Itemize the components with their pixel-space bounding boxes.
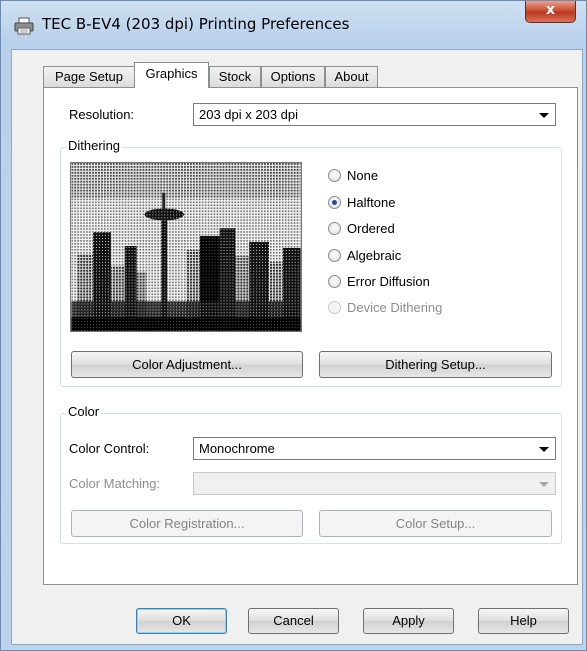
close-button[interactable]: x [525,1,576,23]
radio-button[interactable] [328,249,341,262]
color-group-title: Color [66,404,102,419]
radio-button-disabled [328,301,341,314]
radio-button[interactable] [328,169,341,182]
tab-page-setup[interactable]: Page Setup [43,66,135,87]
color-control-dropdown[interactable]: Monochrome [193,437,556,460]
title-bar[interactable]: TEC B-EV4 (203 dpi) Printing Preferences… [1,1,586,49]
cancel-button[interactable]: Cancel [248,608,339,634]
radio-label: Ordered [347,221,395,236]
radio-label: Algebraic [347,248,402,263]
ok-button[interactable]: OK [136,608,227,634]
color-registration-button: Color Registration... [71,510,303,537]
chevron-down-icon [539,482,549,487]
color-matching-dropdown [193,472,556,495]
tab-options[interactable]: Options [261,66,325,87]
dialog-client-area: Page Setup Graphics Stock Options About … [11,49,583,645]
radio-button[interactable] [328,222,341,235]
radio-button[interactable] [328,275,341,288]
chevron-down-icon [539,113,549,118]
dithering-preview-image [70,162,302,332]
resolution-dropdown[interactable]: 203 dpi x 203 dpi [193,103,556,126]
help-button[interactable]: Help [478,608,569,634]
color-control-label: Color Control: [69,441,150,456]
color-adjustment-button[interactable]: Color Adjustment... [71,351,303,378]
radio-label: Halftone [347,195,396,210]
resolution-label: Resolution: [69,107,135,122]
tab-graphics[interactable]: Graphics [134,62,209,88]
color-setup-button: Color Setup... [319,510,552,537]
resolution-value: 203 dpi x 203 dpi [199,107,299,122]
tab-about[interactable]: About [325,66,378,87]
printing-preferences-window: TEC B-EV4 (203 dpi) Printing Preferences… [0,0,587,651]
color-control-value: Monochrome [199,441,275,456]
chevron-down-icon [539,447,549,452]
tab-stock[interactable]: Stock [209,66,261,87]
radio-label: Error Diffusion [347,274,430,289]
apply-button[interactable]: Apply [363,608,454,634]
close-icon: x [545,2,556,18]
dithering-setup-button[interactable]: Dithering Setup... [319,351,552,378]
radio-button-checked[interactable] [328,196,341,209]
dithering-group-title: Dithering [66,138,123,153]
window-title: TEC B-EV4 (203 dpi) Printing Preferences [42,15,350,33]
printer-icon [14,17,34,35]
graphics-tab-panel: Resolution: 203 dpi x 203 dpi Dithering [43,87,578,585]
radio-label: Device Dithering [347,300,443,315]
color-matching-label: Color Matching: [69,476,161,491]
radio-label: None [347,168,379,183]
